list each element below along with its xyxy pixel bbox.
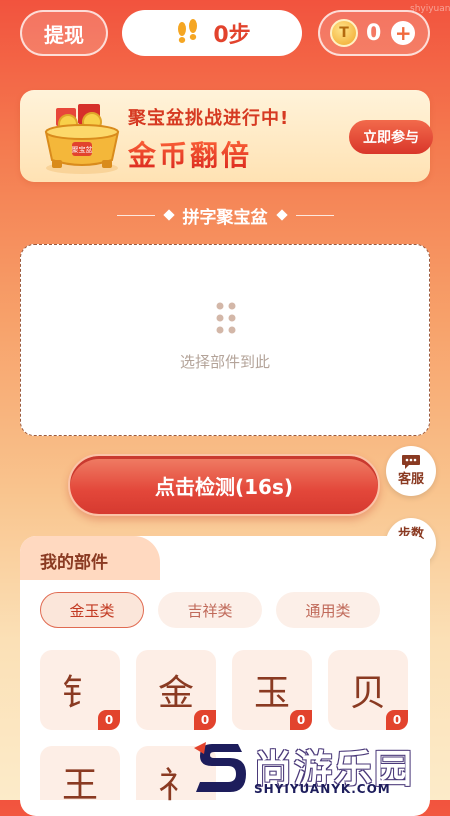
steps-counter: 0步 xyxy=(122,10,302,56)
site-logo-icon xyxy=(194,742,246,792)
part-char: 贝 xyxy=(349,673,386,714)
chat-icon xyxy=(402,455,420,469)
coin-value: 0 xyxy=(366,20,382,46)
divider-right xyxy=(295,214,334,216)
part-card[interactable]: 王 xyxy=(40,746,120,806)
footprints-icon xyxy=(178,19,198,43)
diamond-icon xyxy=(162,209,175,221)
watermark-url: SHYIYUANYK.COM xyxy=(254,782,391,796)
part-char: 钅 xyxy=(61,673,98,714)
part-char: 金 xyxy=(157,673,194,714)
part-char: 玉 xyxy=(253,673,290,714)
part-count-badge: 0 xyxy=(98,710,120,730)
detect-button[interactable]: 点击检测(16s) xyxy=(68,454,380,516)
drop-hint: 选择部件到此 xyxy=(179,353,270,371)
corner-watermark: shyiyuanyk xyxy=(410,4,450,14)
coin-balance[interactable]: T 0 + xyxy=(318,10,430,56)
part-count-badge: 0 xyxy=(386,710,408,730)
my-parts-title: 我的部件 xyxy=(40,553,108,573)
divider-left xyxy=(116,214,155,216)
part-count-badge: 0 xyxy=(290,710,312,730)
section-title-text: 拼字聚宝盆 xyxy=(182,207,268,228)
join-now-button[interactable]: 立即参与 xyxy=(349,120,433,154)
site-watermark: 尚游乐园 SHYIYUANYK.COM xyxy=(186,738,450,800)
part-card[interactable]: 金 0 xyxy=(136,650,216,730)
diamond-icon xyxy=(275,209,288,221)
banner-subtitle: 聚宝盆挑战进行中! xyxy=(128,108,290,129)
withdraw-button[interactable]: 提现 xyxy=(20,10,108,56)
customer-service-button[interactable]: 客服 xyxy=(386,446,436,496)
drag-handle-icon xyxy=(216,302,236,334)
part-drop-zone[interactable]: 选择部件到此 xyxy=(20,244,430,436)
treasure-pot-icon: 聚宝盆 xyxy=(44,104,120,174)
part-card[interactable]: 贝 0 xyxy=(328,650,408,730)
tab-tongyong[interactable]: 通用类 xyxy=(276,592,380,628)
customer-service-label: 客服 xyxy=(397,472,424,487)
part-char: 王 xyxy=(61,765,98,806)
section-title: 拼字聚宝盆 xyxy=(0,202,450,228)
banner-title: 金币翻倍 xyxy=(128,134,252,174)
pot-label: 聚宝盆 xyxy=(72,145,93,154)
challenge-banner[interactable]: 聚宝盆 聚宝盆挑战进行中! 金币翻倍 立即参与 xyxy=(20,90,433,182)
part-count-badge: 0 xyxy=(194,710,216,730)
coin-icon: T xyxy=(330,19,358,47)
part-card[interactable]: 玉 0 xyxy=(232,650,312,730)
tab-jinyu[interactable]: 金玉类 xyxy=(40,592,144,628)
part-card[interactable]: 钅 0 xyxy=(40,650,120,730)
add-coins-icon[interactable]: + xyxy=(391,21,416,45)
tab-jixiang[interactable]: 吉祥类 xyxy=(158,592,262,628)
steps-value: 0步 xyxy=(213,23,251,48)
